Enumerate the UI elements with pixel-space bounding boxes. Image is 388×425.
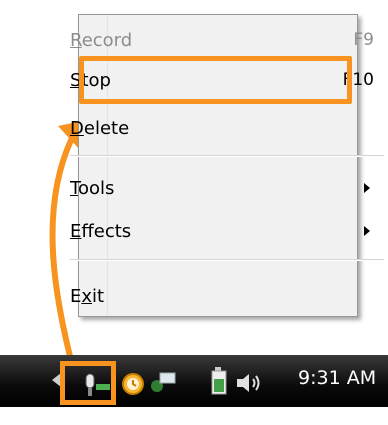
clock-icon[interactable] (120, 370, 146, 396)
menu-item-delete[interactable]: Delete (70, 112, 374, 144)
stop-label: Stop (70, 70, 343, 91)
exit-rest: it (92, 285, 105, 307)
stop-accelerator: F10 (342, 70, 374, 90)
menu-icon-gutter (79, 15, 108, 316)
submenu-arrow-icon (364, 226, 370, 236)
menu-item-exit[interactable]: Exit (70, 280, 374, 312)
menu-item-record[interactable]: Record F9 (70, 24, 374, 56)
stop-rest: top (81, 69, 111, 91)
exit-label: Exit (70, 286, 374, 307)
menu-item-tools[interactable]: Tools (70, 172, 374, 204)
volume-icon[interactable] (235, 372, 265, 394)
battery-icon[interactable] (210, 366, 232, 396)
menu-item-effects[interactable]: Effects (70, 215, 374, 247)
delete-mnemonic: D (70, 117, 84, 139)
delete-rest: elete (83, 117, 130, 139)
effects-label: Effects (70, 221, 364, 242)
record-mnemonic: R (70, 29, 82, 51)
record-rest: ecord (81, 29, 133, 51)
effects-mnemonic: E (70, 220, 82, 242)
submenu-arrow-icon (364, 183, 370, 193)
menu-separator (70, 259, 384, 261)
tools-label: Tools (70, 178, 364, 199)
exit-first: E (70, 285, 82, 307)
tray-icon-highlight-box (60, 361, 116, 405)
tools-mnemonic: T (70, 177, 78, 199)
clock-time[interactable]: 9:31 AM (298, 367, 376, 389)
context-menu (78, 14, 358, 317)
network-icon[interactable] (148, 368, 178, 396)
record-label: Record (70, 30, 353, 51)
record-accelerator: F9 (353, 30, 374, 50)
exit-mnemonic: x (81, 285, 93, 307)
stop-mnemonic: S (70, 69, 82, 91)
delete-label: Delete (70, 118, 374, 139)
menu-separator (70, 155, 384, 157)
tools-rest: ools (77, 177, 115, 199)
effects-rest: ffects (81, 220, 132, 242)
menu-item-stop[interactable]: Stop F10 (70, 64, 374, 96)
